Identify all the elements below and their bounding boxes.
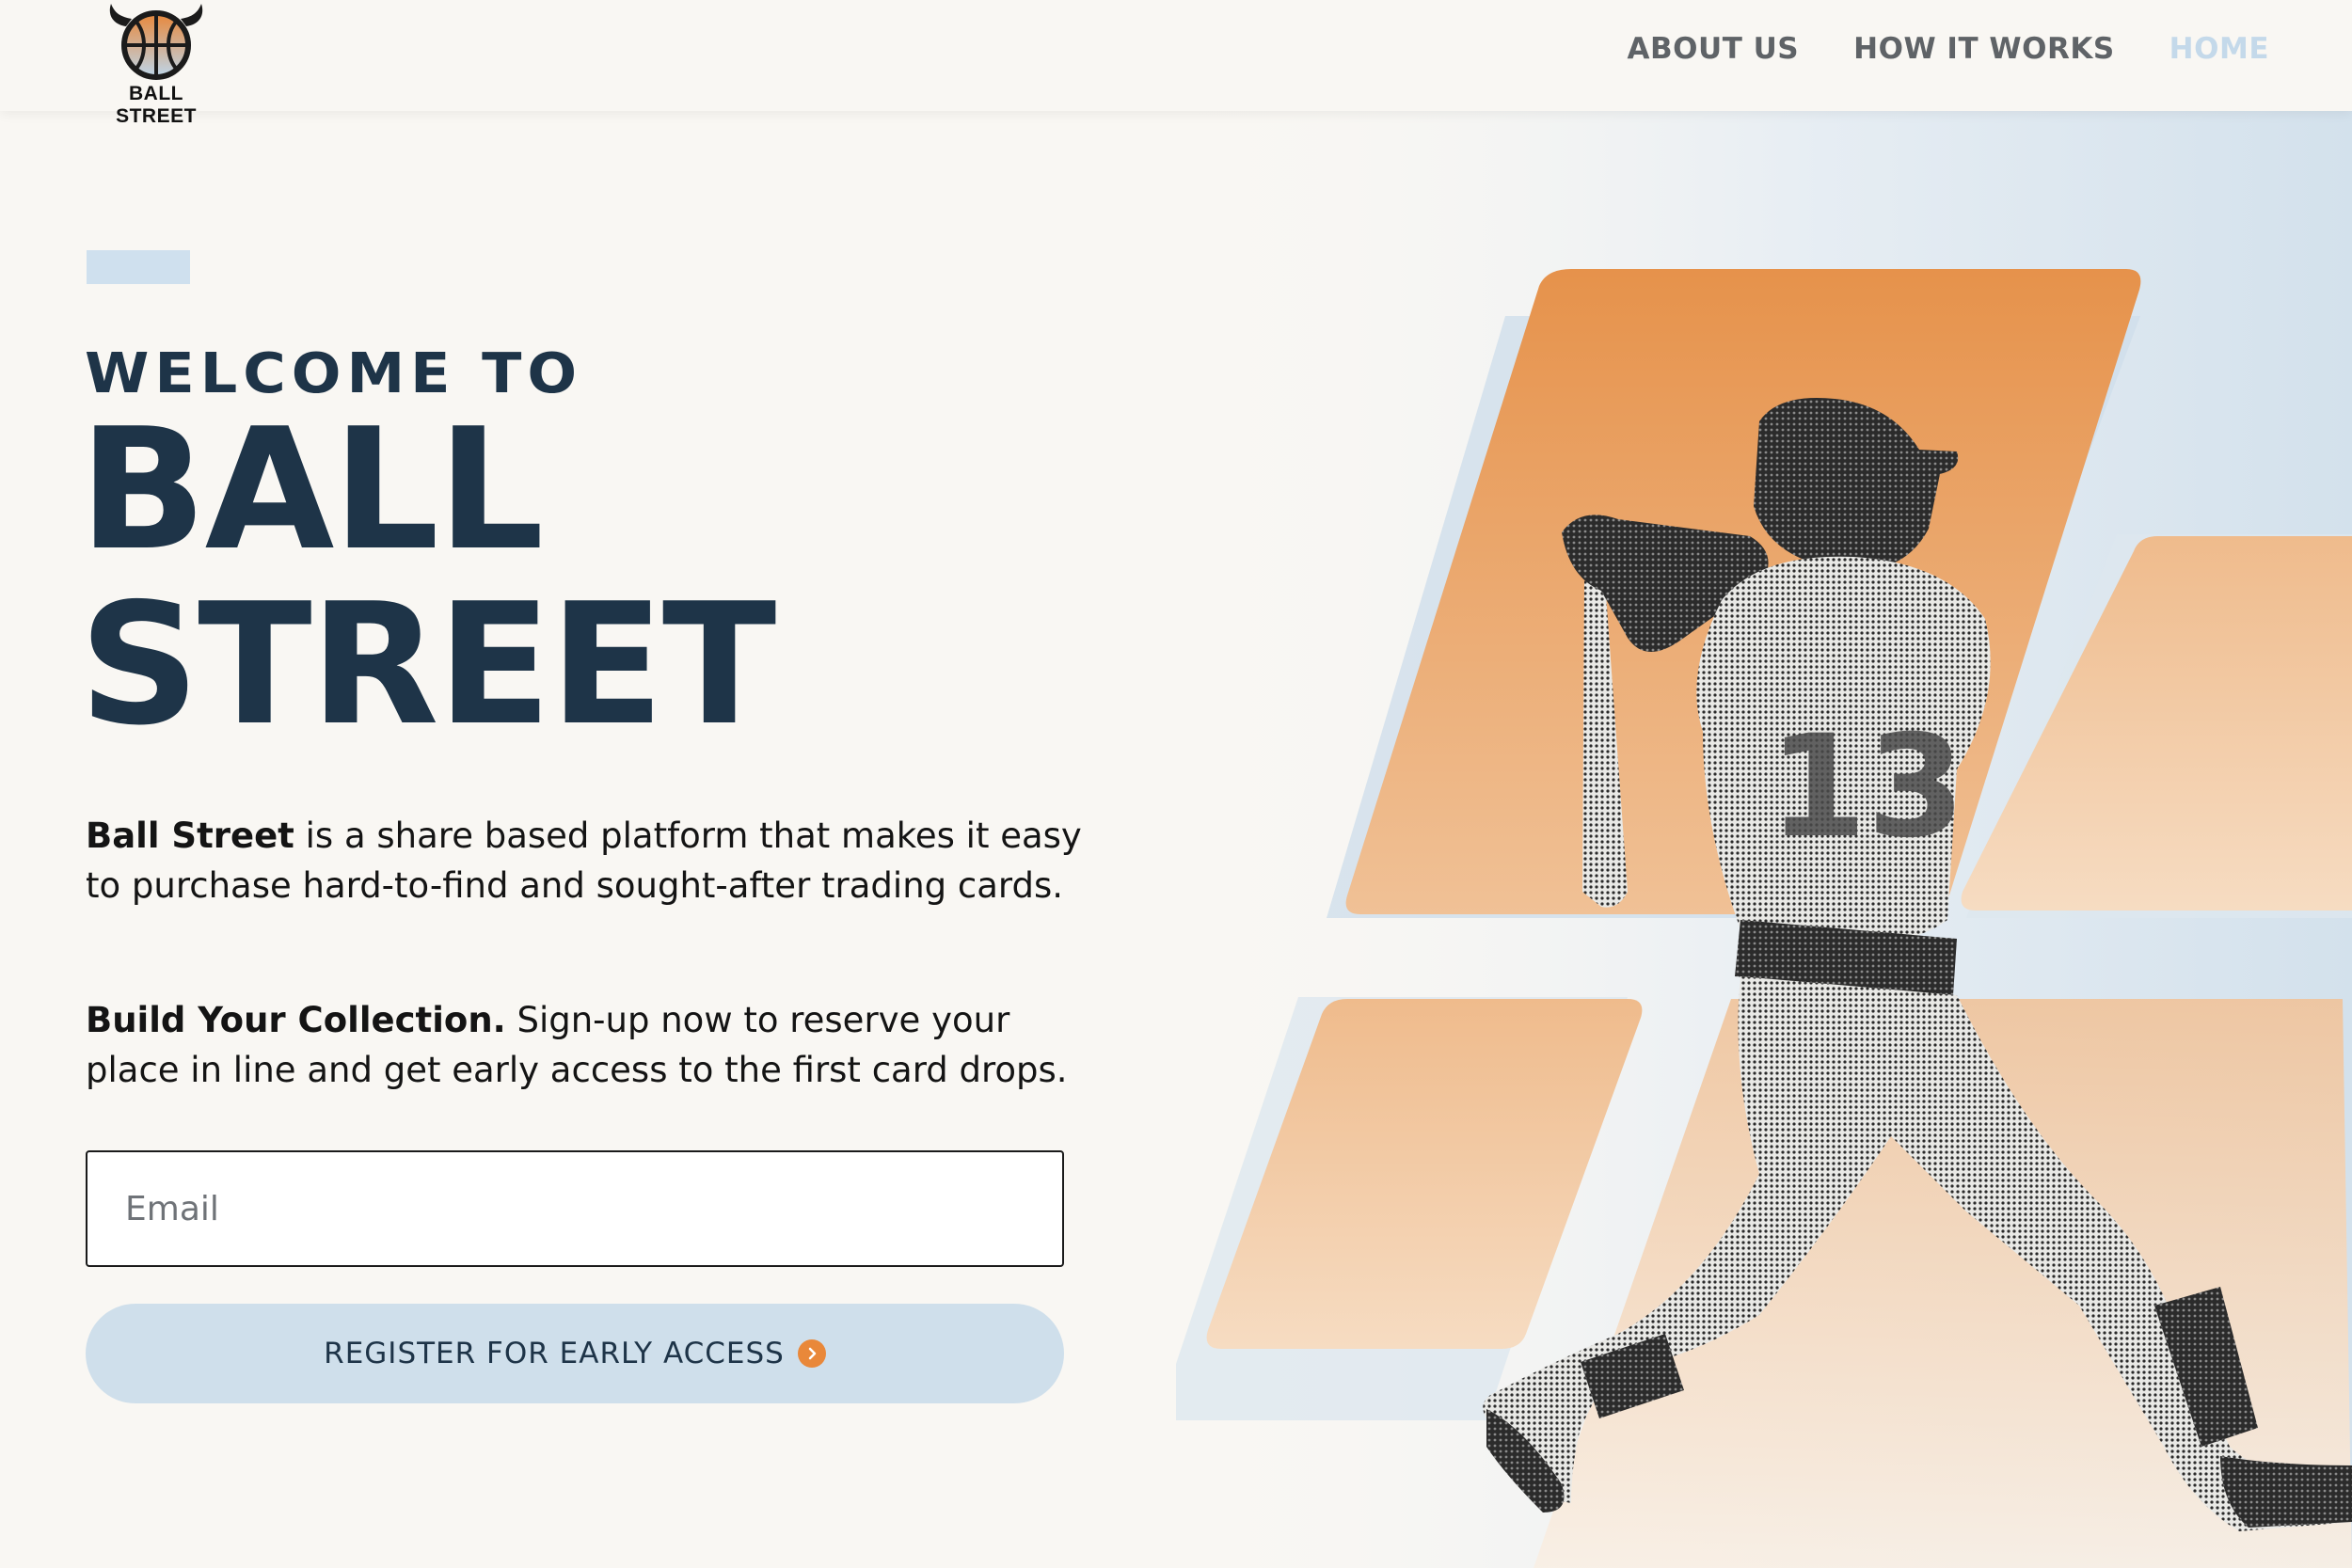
nav-about-us[interactable]: ABOUT US xyxy=(1628,32,1800,66)
nav-how-it-works[interactable]: HOW IT WORKS xyxy=(1853,32,2115,66)
hero-description-bold: Ball Street xyxy=(86,816,294,856)
chevron-right-circle-icon xyxy=(797,1339,826,1368)
hero-artwork: 13 xyxy=(1176,111,2352,1568)
hero-title-line-1: BALL xyxy=(79,392,544,587)
nav-home[interactable]: HOME xyxy=(2169,32,2269,66)
brand-logo[interactable]: BALL STREET xyxy=(90,0,222,127)
main-nav: ABOUT US HOW IT WORKS HOME xyxy=(1628,32,2269,66)
register-button-label: REGISTER FOR EARLY ACCESS xyxy=(324,1337,785,1370)
top-navigation-bar: BALL STREET ABOUT US HOW IT WORKS HOME xyxy=(0,0,2352,127)
hero-title: BALL STREET xyxy=(79,403,776,752)
bull-basketball-logo-icon xyxy=(109,4,203,80)
jersey-number: 13 xyxy=(1769,705,1965,869)
hero-callout: Build Your Collection. Sign-up now to re… xyxy=(86,995,1083,1095)
email-input[interactable] xyxy=(86,1150,1064,1267)
landing-page: BALL STREET ABOUT US HOW IT WORKS HOME 1… xyxy=(0,0,2352,1568)
accent-bar xyxy=(87,250,190,284)
register-early-access-button[interactable]: REGISTER FOR EARLY ACCESS xyxy=(86,1304,1064,1403)
hero-title-line-2: STREET xyxy=(79,567,776,762)
hero-artwork-svg: 13 xyxy=(1176,111,2352,1568)
hero-callout-bold: Build Your Collection. xyxy=(86,1000,506,1040)
brand-name: BALL STREET xyxy=(116,83,197,127)
hero-description: Ball Street is a share based platform th… xyxy=(86,811,1083,911)
